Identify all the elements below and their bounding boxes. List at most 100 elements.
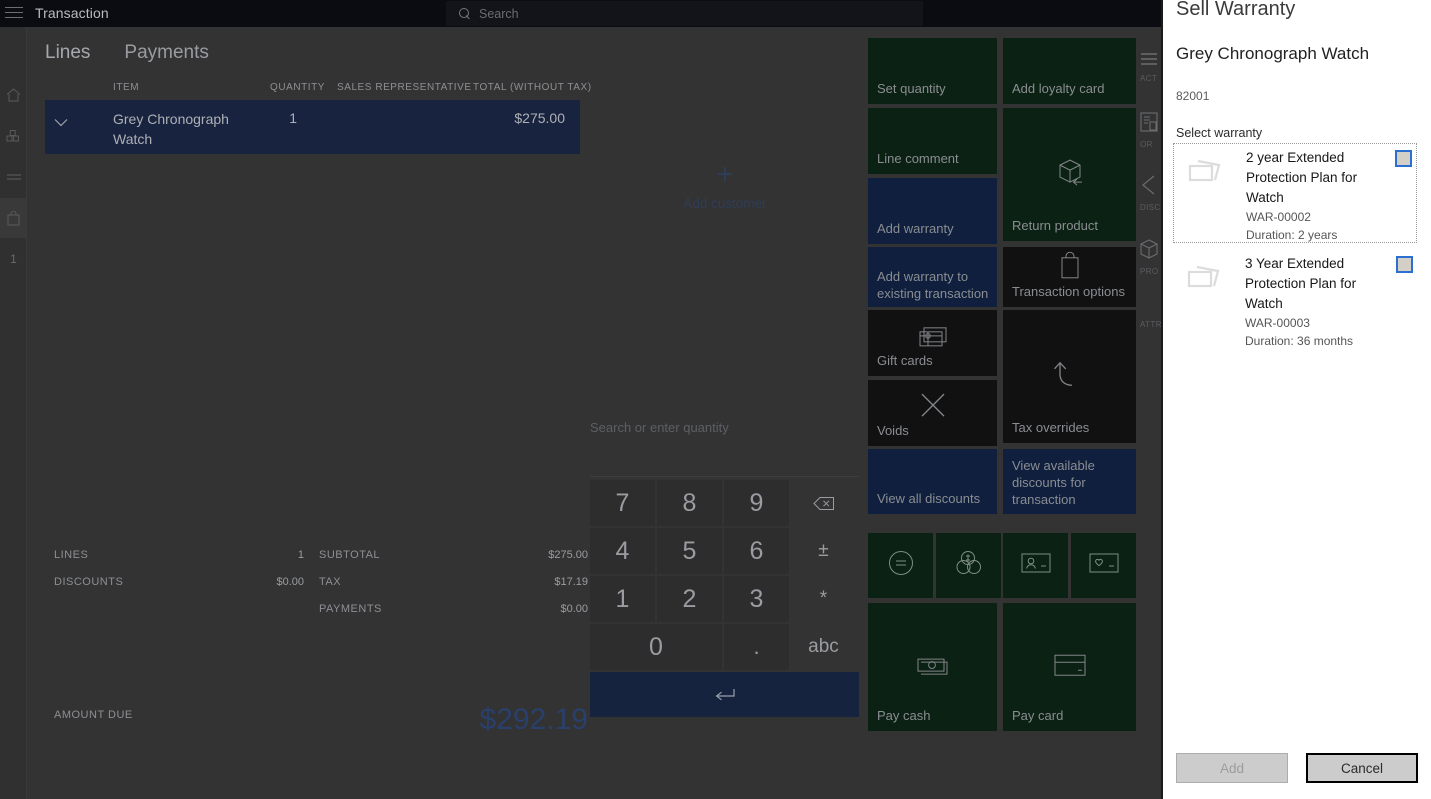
- hamburger-icon[interactable]: [5, 7, 23, 19]
- discount-tag-icon: [1140, 175, 1160, 199]
- cart-badge: 1: [10, 252, 17, 266]
- transaction-pane: Lines Payments ITEM QUANTITY SALES REPRE…: [28, 27, 591, 799]
- bag-icon: [7, 210, 20, 226]
- search-icon: [459, 7, 471, 20]
- key-4[interactable]: 4: [590, 528, 655, 574]
- key-5[interactable]: 5: [657, 528, 722, 574]
- tile-label: Add warranty to existing transaction: [877, 269, 989, 301]
- totals-row-tax: TAX $17.19: [319, 574, 588, 601]
- amount-due-label: AMOUNT DUE: [54, 709, 133, 721]
- key-6[interactable]: 6: [724, 528, 789, 574]
- gift-card-icon: [868, 326, 997, 348]
- tile-label: View all discounts: [877, 491, 981, 506]
- tab-payments[interactable]: Payments: [124, 42, 208, 64]
- totals-key: LINES: [54, 549, 89, 561]
- tile-label: Transaction options: [1012, 284, 1125, 299]
- tile-tax-overrides[interactable]: Tax overrides: [1003, 310, 1136, 443]
- key-1[interactable]: 1: [590, 576, 655, 622]
- warranty-checkbox-1[interactable]: [1395, 150, 1412, 167]
- key-8[interactable]: 8: [657, 480, 722, 526]
- panel-product-id: 82001: [1176, 89, 1210, 103]
- totals-value: $275.00: [548, 549, 588, 561]
- warranty-option-1[interactable]: 2 year Extended Protection Plan for Watc…: [1173, 143, 1417, 243]
- totals-key: SUBTOTAL: [319, 549, 381, 561]
- tile-view-available-discounts[interactable]: View available discounts for transaction: [1003, 449, 1136, 514]
- tile-return-product[interactable]: Return product: [1003, 108, 1136, 241]
- tile-transaction-options[interactable]: Transaction options: [1003, 247, 1136, 307]
- totals-value: 1: [297, 549, 304, 561]
- tile-line-comment[interactable]: Line comment: [868, 108, 997, 174]
- chevron-down-icon[interactable]: [54, 114, 68, 127]
- totals-value: $17.19: [554, 576, 588, 588]
- totals-value: $0.00: [276, 576, 304, 588]
- tile-pay-cash[interactable]: Pay cash: [868, 603, 997, 731]
- column-item: ITEM: [113, 82, 140, 93]
- tile-price-check[interactable]: [868, 533, 933, 598]
- key-decimal[interactable]: .: [724, 624, 789, 670]
- panel-title: Sell Warranty: [1176, 0, 1296, 20]
- undo-icon: [1003, 357, 1136, 391]
- key-2[interactable]: 2: [657, 576, 722, 622]
- sidebar-item-lines[interactable]: [0, 157, 27, 197]
- amount-due-value: $292.19: [479, 703, 588, 736]
- tile-coins[interactable]: [936, 533, 1001, 598]
- tile-add-warranty-existing[interactable]: Add warranty to existing transaction: [868, 247, 997, 307]
- totals-row-payments: PAYMENTS $0.00: [319, 601, 588, 628]
- transaction-tabs: Lines Payments: [45, 42, 209, 64]
- tile-label: Set quantity: [877, 81, 946, 96]
- backspace-icon[interactable]: [791, 480, 856, 526]
- tile-add-warranty[interactable]: Add warranty: [868, 178, 997, 244]
- sidebar-item-cart[interactable]: [0, 198, 27, 238]
- tile-voids[interactable]: Voids: [868, 380, 997, 446]
- warranty-checkbox-2[interactable]: [1396, 256, 1413, 273]
- key-0[interactable]: 0: [590, 624, 722, 670]
- key-3[interactable]: 3: [724, 576, 789, 622]
- key-9[interactable]: 9: [724, 480, 789, 526]
- tile-set-quantity[interactable]: Set quantity: [868, 38, 997, 104]
- folder-icon: [1188, 156, 1224, 186]
- row-item-name: Grey Chronograph Watch: [113, 111, 229, 147]
- return-box-icon: [1003, 154, 1136, 190]
- tile-label: Pay card: [1012, 708, 1064, 723]
- numpad-hint: Search or enter quantity: [590, 420, 729, 435]
- totals-key: PAYMENTS: [319, 603, 382, 615]
- table-row[interactable]: Grey Chronograph Watch 1 $275.00: [45, 100, 580, 154]
- key-abc[interactable]: abc: [791, 624, 856, 670]
- pos-screen: Transaction Search 1 Lines Payments ITEM…: [0, 0, 1431, 799]
- panel-actions: Add Cancel: [1163, 739, 1431, 799]
- sidebar-item-products[interactable]: [0, 116, 27, 156]
- enter-icon[interactable]: [590, 672, 859, 717]
- warranty-code: WAR-00003: [1245, 316, 1310, 330]
- tile-pay-card[interactable]: Pay card: [1003, 603, 1136, 731]
- row-quantity: 1: [289, 110, 297, 126]
- key-7[interactable]: 7: [590, 480, 655, 526]
- warranty-option-2[interactable]: 3 Year Extended Protection Plan for Watc…: [1173, 250, 1417, 350]
- add-customer-label: Add customer: [683, 196, 767, 211]
- cubes-icon: [6, 129, 21, 143]
- search-input[interactable]: Search: [446, 1, 923, 26]
- totals-row-subtotal: SUBTOTAL $275.00: [319, 547, 588, 574]
- close-x-icon: [868, 391, 997, 419]
- tile-gift-cards[interactable]: Gift cards: [868, 310, 997, 376]
- menu-icon: [1140, 53, 1158, 70]
- totals-row-discounts: DISCOUNTS $0.00: [54, 574, 304, 601]
- page-title: Transaction: [35, 5, 109, 21]
- tile-view-all-discounts[interactable]: View all discounts: [868, 449, 997, 514]
- sidebar-item-home[interactable]: [0, 75, 27, 115]
- key-asterisk[interactable]: *: [791, 576, 856, 622]
- column-total: TOTAL (WITHOUT TAX): [473, 82, 592, 93]
- add-customer-button[interactable]: + Add customer: [650, 160, 800, 212]
- product-cube-icon: [1140, 239, 1158, 263]
- sell-warranty-panel: Sell Warranty Grey Chronograph Watch 820…: [1161, 0, 1431, 799]
- tile-label: View available discounts for transaction: [1012, 458, 1095, 507]
- key-plus-minus[interactable]: ±: [791, 528, 856, 574]
- add-button[interactable]: Add: [1176, 753, 1288, 783]
- tile-label: Gift cards: [877, 353, 933, 368]
- cancel-button[interactable]: Cancel: [1306, 753, 1418, 783]
- customer-card-icon: [1021, 552, 1051, 579]
- tile-loyalty-card[interactable]: [1071, 533, 1136, 598]
- tile-customer-card[interactable]: [1003, 533, 1068, 598]
- tile-add-loyalty-card[interactable]: Add loyalty card: [1003, 38, 1136, 104]
- tile-label: Tax overrides: [1012, 420, 1090, 435]
- tab-lines[interactable]: Lines: [45, 42, 90, 64]
